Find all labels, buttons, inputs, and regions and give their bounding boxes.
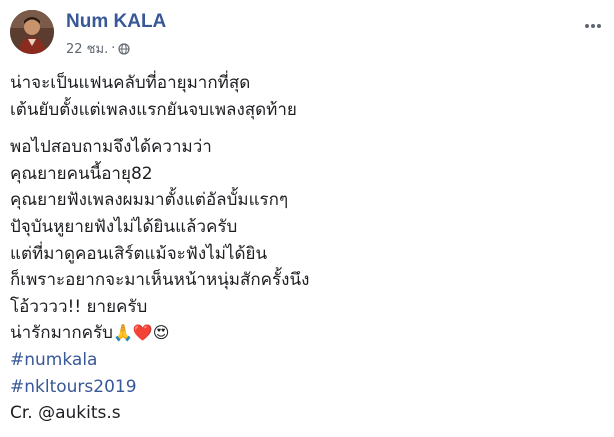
post-text-line: แต่ที่มาดูคอนเสิร์ตแม้จะฟังไม่ได้ยิน (10, 243, 268, 264)
post-text-line: เต้นยับตั้งแต่เพลงแรกยันจบเพลงสุดท้าย (10, 99, 297, 120)
post-text: น่ารักมากครับ (10, 323, 113, 344)
post-text-line: ก็เพราะอยากจะมาเห็นหน้าหนุ่มสักครั้งนึง (10, 270, 310, 291)
more-options-icon[interactable] (584, 14, 602, 33)
credit-text: Cr. @aukits.s (10, 403, 121, 424)
post-meta: 22 ชม. · (66, 38, 130, 59)
post-text-line: น่าจะเป็นแฟนคลับที่อายุมากที่สุด (10, 73, 251, 93)
post-text-line: คุณยายคนนี้อายุ82 (10, 163, 153, 184)
hashtag-link[interactable]: #numkala (10, 347, 604, 374)
post-text-line: พอไปสอบถามจึงได้ความว่า (10, 137, 212, 158)
avatar-image (10, 10, 54, 54)
author-name-link[interactable]: Num KALA (66, 11, 166, 33)
post-text-line: โอ้วววว!! ยายครับ (10, 296, 148, 317)
hashtag-link[interactable]: #nkltours2019 (10, 374, 604, 401)
heart-eyes-emoji-icon: 😍 (152, 323, 170, 343)
post-text-line: ปัจุบันหูยายฟังไม่ได้ยินแล้วครับ (10, 216, 238, 237)
meta-separator: · (111, 41, 116, 56)
author-avatar[interactable] (10, 10, 54, 54)
facebook-post: Num KALA 22 ชม. · น่าจะเป็นแฟนคลับที่อาย… (0, 0, 614, 437)
post-body: น่าจะเป็นแฟนคลับที่อายุมากที่สุด เต้นยับ… (10, 70, 604, 427)
post-header: Num KALA 22 ชม. · (10, 10, 604, 59)
heart-emoji-icon: ❤️ (132, 323, 153, 343)
pray-emoji-icon: 🙏 (112, 323, 133, 343)
post-timestamp[interactable]: 22 ชม. (66, 38, 108, 59)
post-text-line: คุณยายฟังเพลงผมมาตั้งแต่อัลบั้มแรกๆ (10, 190, 289, 211)
globe-icon[interactable] (118, 42, 130, 55)
post-text-line-with-emoji: น่ารักมากครับ🙏❤️😍 (10, 320, 604, 347)
